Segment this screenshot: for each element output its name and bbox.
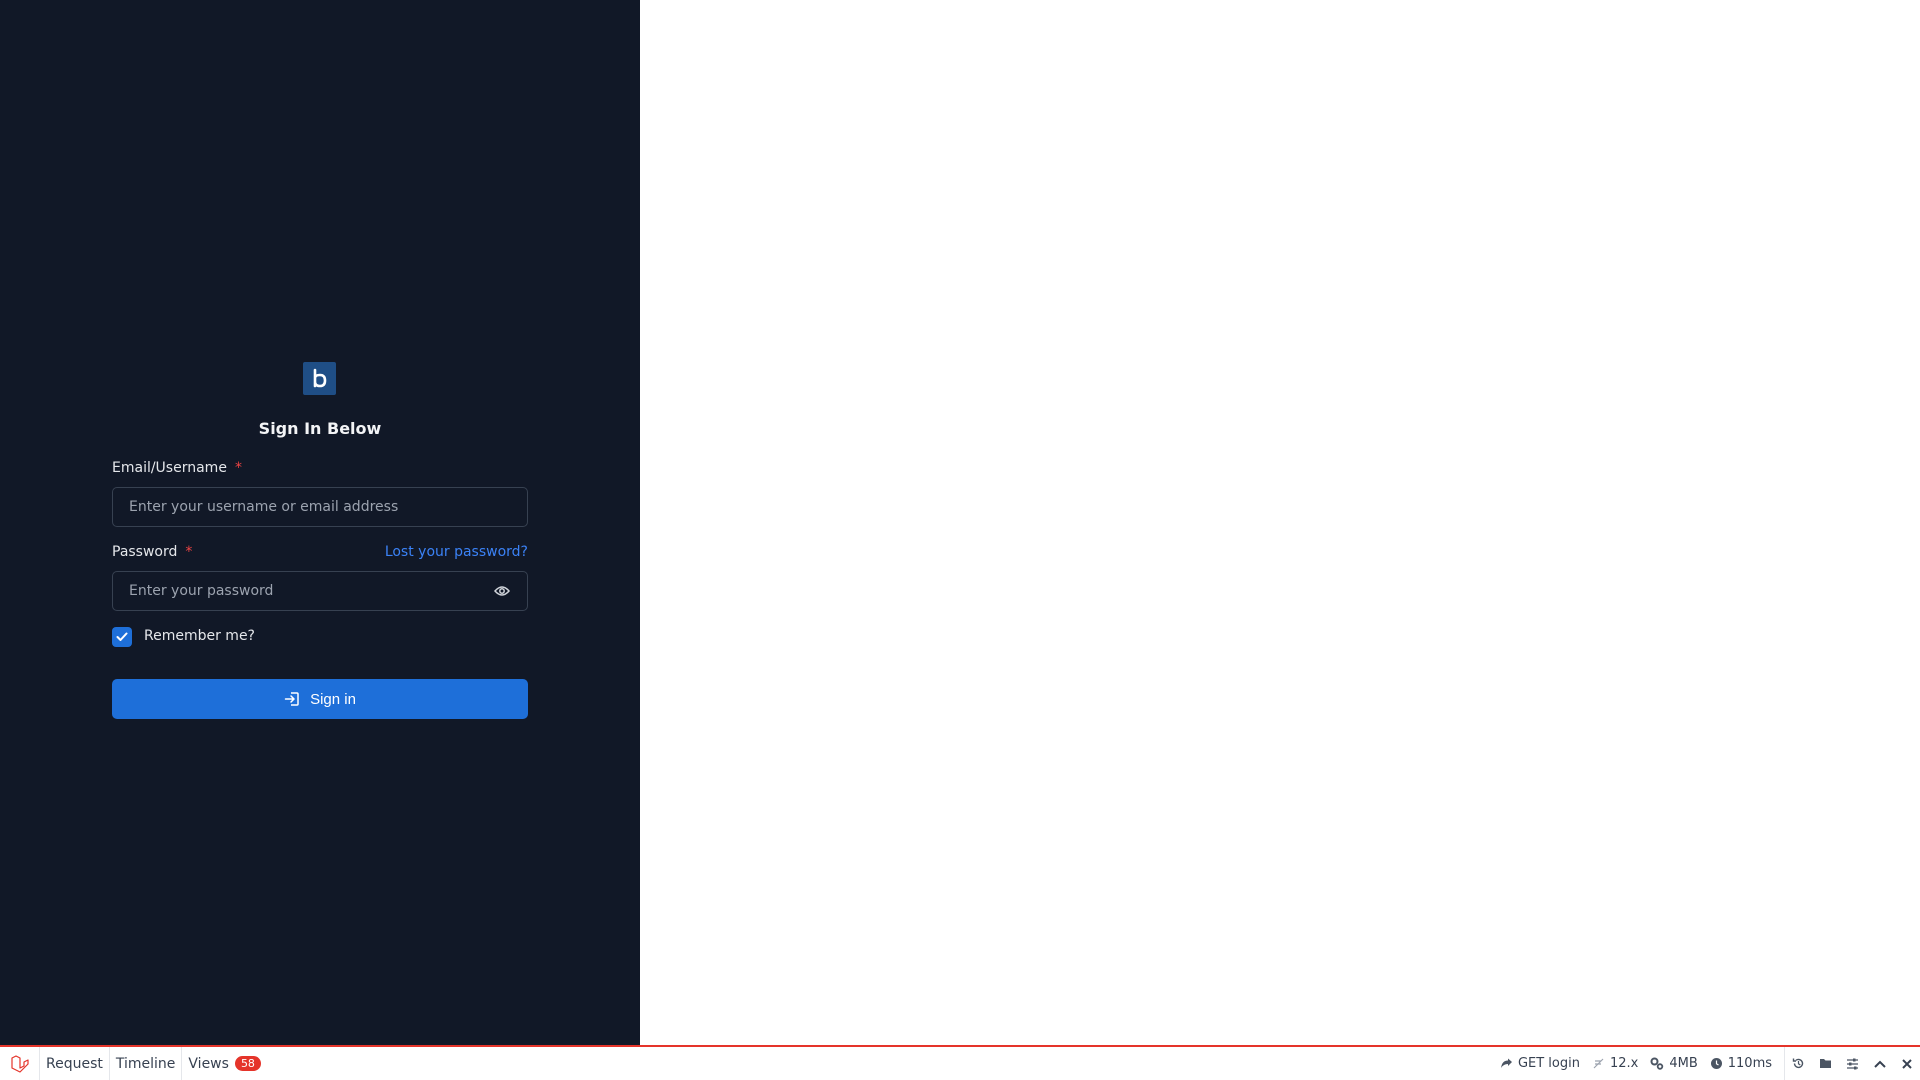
debug-tab-request[interactable]: Request <box>40 1047 110 1080</box>
logo-icon <box>303 362 336 395</box>
time-text: 110ms <box>1727 1056 1772 1071</box>
password-label-text: Password <box>112 544 178 560</box>
required-mark: * <box>234 460 242 476</box>
eye-icon[interactable] <box>492 581 512 601</box>
views-count-badge: 58 <box>234 1056 261 1071</box>
check-icon <box>116 632 128 641</box>
debug-tab-timeline[interactable]: Timeline <box>110 1047 183 1080</box>
route-stat[interactable]: GET login <box>1494 1056 1586 1071</box>
email-username-input[interactable] <box>112 487 528 527</box>
history-icon[interactable] <box>1785 1047 1812 1080</box>
background-panel <box>640 0 1920 1045</box>
lost-password-link[interactable]: Lost your password? <box>385 544 528 560</box>
debug-bar: Request Timeline Views 58 GET login 12.x <box>0 1045 1920 1080</box>
share-icon <box>1500 1058 1512 1068</box>
email-label: Email/Username * <box>112 460 242 476</box>
page-title: Sign In Below <box>258 419 382 438</box>
version-stat: 12.x <box>1586 1056 1644 1071</box>
laravel-icon[interactable] <box>0 1047 40 1080</box>
clock-icon <box>1710 1058 1722 1069</box>
remember-me-checkbox[interactable] <box>112 627 132 647</box>
close-icon[interactable] <box>1893 1047 1920 1080</box>
sign-in-label: Sign in <box>310 690 356 708</box>
password-label: Password * <box>112 544 192 560</box>
leaf-icon <box>1593 1058 1604 1069</box>
sign-in-button[interactable]: Sign in <box>112 679 528 719</box>
sliders-icon[interactable] <box>1839 1047 1866 1080</box>
chevron-up-icon[interactable] <box>1866 1047 1893 1080</box>
cogs-icon <box>1650 1057 1664 1070</box>
sign-in-icon <box>284 692 299 706</box>
debug-tab-views[interactable]: Views 58 <box>182 1047 267 1080</box>
memory-stat: 4MB <box>1644 1056 1703 1071</box>
time-stat: 110ms <box>1704 1056 1778 1071</box>
remember-me-label[interactable]: Remember me? <box>144 628 255 644</box>
password-input[interactable] <box>112 571 528 611</box>
debug-tab-label: Views <box>188 1055 229 1072</box>
route-text: GET login <box>1517 1056 1580 1071</box>
email-label-text: Email/Username <box>112 460 227 476</box>
version-text: 12.x <box>1609 1056 1639 1071</box>
folder-icon[interactable] <box>1812 1047 1839 1080</box>
login-panel: Sign In Below Email/Username* Password* … <box>0 0 640 1045</box>
memory-text: 4MB <box>1669 1056 1698 1071</box>
debug-tab-label: Request <box>46 1055 103 1072</box>
required-mark: * <box>185 544 193 560</box>
debug-tab-label: Timeline <box>115 1055 176 1072</box>
